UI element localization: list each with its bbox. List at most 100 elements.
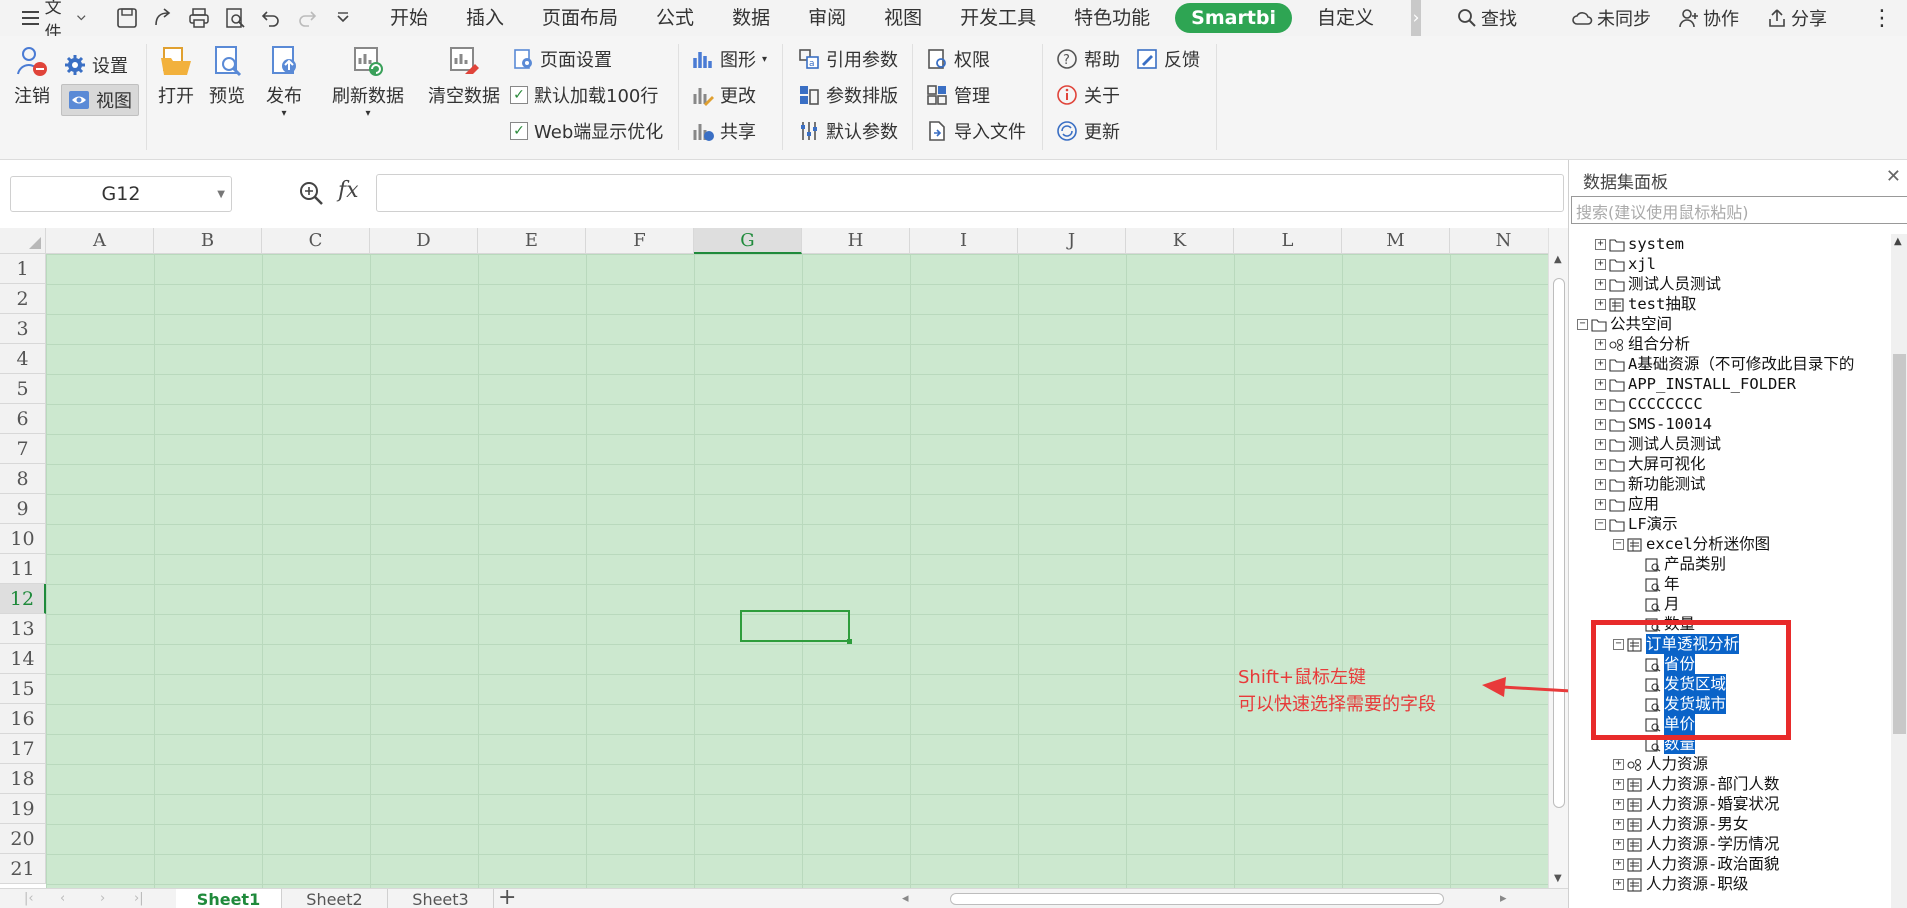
column-header[interactable]: L [1234,228,1342,254]
menu-tab-1[interactable]: 插入 [447,0,523,36]
next-sheet-icon[interactable]: › [100,891,105,906]
default-load-checkbox[interactable]: ✓ 默认加载100行 [510,82,658,108]
preview-button[interactable]: 预览 [209,44,245,108]
row-header[interactable]: 11 [0,554,46,584]
panel-search-input[interactable]: 搜索(建议使用鼠标粘贴) [1571,196,1907,224]
expand-icon[interactable]: + [1595,238,1606,250]
more-options-icon[interactable]: ⋮ [1857,6,1907,31]
tree-node[interactable]: + 测试人员测试 [1595,274,1721,294]
row-header[interactable]: 14 [0,644,46,674]
column-header[interactable]: I [910,228,1018,254]
collab-button[interactable]: 协作 [1665,5,1753,31]
function-icon[interactable]: fx [338,178,359,203]
tree-node[interactable]: + 人力资源 [1613,754,1708,774]
quick-access-dropdown-icon[interactable] [329,4,357,32]
tree-node[interactable]: + 人力资源-部门人数 [1613,774,1779,794]
tree-node[interactable]: + 测试人员测试 [1595,434,1721,454]
tree-node[interactable]: + 组合分析 [1595,334,1690,354]
collapse-icon[interactable]: − [1613,538,1624,550]
tree-node[interactable]: 产品类别 [1631,554,1726,574]
row-header[interactable]: 8 [0,464,46,494]
column-header[interactable]: E [478,228,586,254]
menu-tab-2[interactable]: 页面布局 [523,0,637,36]
expand-icon[interactable]: + [1595,478,1606,490]
tree-node[interactable]: − LF演示 [1595,514,1678,534]
close-icon[interactable]: ✕ [1886,166,1901,187]
row-header[interactable]: 2 [0,284,46,314]
row-header[interactable]: 20 [0,824,46,854]
share-button[interactable]: 分享 [1753,5,1841,31]
print-preview-icon[interactable] [221,4,249,32]
tree-node[interactable]: + system [1595,234,1684,254]
print-icon[interactable] [185,4,213,32]
tree-node[interactable]: + SMS-10014 [1595,414,1712,434]
expand-icon[interactable]: + [1595,358,1606,370]
expand-icon[interactable]: + [1613,878,1624,890]
manage-button[interactable]: 管理 [926,82,990,108]
select-all-corner[interactable] [0,228,46,254]
sheet-tab-3[interactable]: Sheet3 [388,889,494,908]
hscroll-left-icon[interactable]: ◂ [902,891,909,906]
expand-icon[interactable]: + [1595,458,1606,470]
expand-icon[interactable]: + [1595,278,1606,290]
column-header[interactable]: H [802,228,910,254]
sheet-vertical-scrollbar[interactable]: ▲ ▼ [1548,228,1568,888]
row-header[interactable]: 17 [0,734,46,764]
tree-node[interactable]: − excel分析迷你图 [1613,534,1770,554]
logout-button[interactable]: 注销 [14,44,50,108]
tree-node[interactable]: + 大屏可视化 [1595,454,1706,474]
undo-icon[interactable] [257,4,285,32]
tree-node[interactable]: + APP_INSTALL_FOLDER [1595,374,1796,394]
column-header[interactable]: B [154,228,262,254]
publish-button[interactable]: 发布 ▾ [266,44,302,119]
column-header[interactable]: D [370,228,478,254]
tree-node[interactable]: + 人力资源-政治面貌 [1613,854,1779,874]
file-menu-button[interactable]: 文件 [14,0,95,43]
page-setup-button[interactable]: 页面设置 [512,46,612,72]
column-header[interactable]: K [1126,228,1234,254]
expand-icon[interactable]: + [1613,758,1624,770]
expand-icon[interactable]: + [1595,418,1606,430]
tree-node[interactable]: 年 [1631,574,1680,594]
expand-icon[interactable]: + [1595,498,1606,510]
cell-grid[interactable] [46,254,1550,888]
column-header[interactable]: J [1018,228,1126,254]
menu-tab-8[interactable]: 特色功能 [1055,0,1169,36]
row-header[interactable]: 5 [0,374,46,404]
save-icon[interactable] [113,4,141,32]
param-layout-button[interactable]: 参数排版 [798,82,898,108]
tree-node[interactable]: + test抽取 [1595,294,1696,314]
formula-input[interactable] [376,174,1564,212]
column-header[interactable]: A [46,228,154,254]
scroll-down-icon[interactable]: ▼ [1554,873,1562,884]
menu-tab-3[interactable]: 公式 [637,0,713,36]
column-header[interactable]: F [586,228,694,254]
first-sheet-icon[interactable]: |‹ [24,891,34,906]
sync-status-button[interactable]: 未同步 [1557,5,1665,31]
zoom-formula-icon[interactable] [298,180,324,211]
row-header[interactable]: 18 [0,764,46,794]
expand-icon[interactable]: + [1595,298,1606,310]
scrollbar-thumb[interactable] [1893,354,1906,734]
row-header[interactable]: 10 [0,524,46,554]
selected-cell[interactable] [740,610,852,644]
column-header[interactable]: C [262,228,370,254]
row-header[interactable]: 6 [0,404,46,434]
expand-icon[interactable]: + [1613,778,1624,790]
permission-button[interactable]: 权限 [926,46,990,72]
web-optimize-checkbox[interactable]: ✓ Web端显示优化 [510,118,663,144]
tree-vertical-scrollbar[interactable]: ▲ [1891,234,1907,908]
row-header[interactable]: 3 [0,314,46,344]
scroll-up-icon[interactable]: ▲ [1894,236,1902,247]
about-button[interactable]: 关于 [1056,82,1120,108]
clear-data-button[interactable]: 清空数据 [428,44,500,108]
feedback-button[interactable]: 反馈 [1136,46,1200,72]
menu-more-button[interactable]: › [1411,0,1421,36]
tree-node[interactable]: + xjl [1595,254,1656,274]
menu-tab-10[interactable]: 自定义 [1298,0,1393,36]
horizontal-scrollbar[interactable] [950,893,1444,905]
search-button[interactable]: 查找 [1443,5,1531,31]
hscroll-right-icon[interactable]: ▸ [1500,891,1507,906]
expand-icon[interactable]: + [1595,258,1606,270]
expand-icon[interactable]: + [1613,818,1624,830]
